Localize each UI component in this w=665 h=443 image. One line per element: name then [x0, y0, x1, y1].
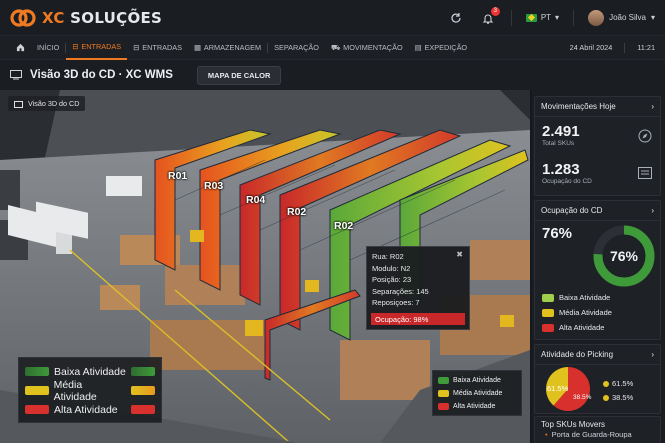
- tooltip-line: Posição: 23: [372, 275, 412, 284]
- forklift-icon: ⛟: [330, 42, 341, 52]
- language-selector[interactable]: PT ▾: [525, 13, 560, 22]
- camera-icon: [14, 100, 23, 108]
- user-name: João Silva: [609, 13, 646, 22]
- main-nav: INÍCIO ⊟ ENTRADAS ⊟ ENTRADAS ▦ ARMAZENAGEM …: [0, 36, 665, 60]
- pie-label-b: 38.5%: [573, 394, 592, 401]
- tooltip-line: Separações: 145: [372, 286, 429, 296]
- language-label: PT: [540, 13, 552, 22]
- nav-home-icon[interactable]: [10, 36, 31, 60]
- chevron-down-icon: ▾: [650, 13, 655, 22]
- nav-separacao[interactable]: SEPARAÇÃO: [268, 36, 325, 60]
- refresh-icon[interactable]: [447, 9, 465, 27]
- panel-title: Ocupação do CD: [541, 206, 603, 215]
- movements-panel: Movimentações Hoje › 2.491 Total SKUs 1.2…: [534, 96, 661, 196]
- heatmap-button[interactable]: MAPA DE CALOR: [196, 65, 282, 85]
- nav-home[interactable]: INÍCIO: [31, 36, 65, 60]
- list-icon: [638, 167, 652, 179]
- chevron-down-icon: ▾: [555, 13, 560, 22]
- occupation-percent: 76%: [542, 225, 573, 242]
- close-icon[interactable]: ✖: [456, 250, 463, 259]
- avatar: [588, 9, 605, 26]
- pie-label-a: 61.5%: [547, 384, 569, 393]
- compass-icon: [638, 129, 652, 143]
- monitor-icon: [10, 70, 22, 80]
- box-icon: ⊟: [72, 42, 79, 51]
- rack-label[interactable]: R02: [334, 220, 353, 232]
- chevron-right-icon[interactable]: ›: [651, 102, 654, 111]
- rack-label[interactable]: R01: [168, 170, 187, 182]
- activity-legend-small: Baixa Atividade Média Atividade Alta Ati…: [432, 370, 522, 416]
- nav-armazenagem[interactable]: ▦ ARMAZENAGEM: [188, 36, 267, 60]
- picking-panel: Atividade do Picking › 61.5% 38.5% 61.5% …: [534, 344, 661, 414]
- tooltip-line: Modulo: N2: [372, 263, 411, 273]
- tooltip-line: Rua: R02: [372, 252, 404, 261]
- pie-legend-a: 61.5%: [612, 379, 634, 388]
- panel-title: Atividade do Picking: [541, 350, 614, 359]
- current-date: 24 Abril 2024: [569, 42, 613, 52]
- divider: [573, 9, 575, 26]
- legend-high: Alta Atividade: [559, 323, 605, 332]
- top-sku-item[interactable]: • Porta de Guarda-Roupa: [535, 430, 660, 439]
- notification-badge: 3: [490, 6, 500, 16]
- page-title: Visão 3D do CD · XC WMS: [30, 69, 173, 81]
- logo[interactable]: XC SOLUÇÕES: [10, 8, 162, 28]
- current-time: 11:21: [637, 42, 655, 52]
- truck-icon: ▤: [414, 43, 422, 52]
- top-bar: XC SOLUÇÕES 3 PT ▾ João Silva ▾: [0, 0, 665, 36]
- notification-bell-icon[interactable]: 3: [479, 6, 500, 27]
- warehouse-3d-view[interactable]: Visão 3D do CD R01 R03 R04 R02 R02 ✖ Rua…: [0, 90, 530, 443]
- picking-pie: 61.5% 38.5%: [546, 367, 592, 411]
- page-header: Visão 3D do CD · XC WMS MAPA DE CALOR: [0, 60, 665, 90]
- occupation-bar: Ocupação: 98%: [371, 313, 465, 325]
- occupation-gauge: 76%: [593, 225, 655, 287]
- logo-icon: [10, 8, 36, 27]
- tooltip-line: Reposiçoes: 7: [372, 298, 420, 307]
- nav-divider: [624, 42, 626, 53]
- scene-label: Visão 3D do CD: [8, 96, 86, 111]
- chevron-right-icon[interactable]: ›: [651, 206, 654, 215]
- app: XC SOLUÇÕES 3 PT ▾ João Silva ▾ INÍCIO ⊟…: [0, 0, 665, 443]
- panel-title: Movimentações Hoje: [541, 102, 616, 111]
- total-skus-label: Total SKUs: [542, 140, 575, 147]
- rack-label[interactable]: R03: [204, 180, 223, 192]
- side-panel: Movimentações Hoje › 2.491 Total SKUs 1.2…: [532, 90, 665, 443]
- top-skus-panel: Top SKUs Movers • Porta de Guarda-Roupa: [534, 416, 661, 443]
- total-skus-value: 2.491: [542, 123, 580, 140]
- brazil-flag-icon: [525, 13, 537, 22]
- nav-entradas-active[interactable]: ⊟ ENTRADAS: [66, 36, 128, 60]
- user-menu[interactable]: João Silva ▾: [588, 9, 655, 26]
- nav-movimentacao[interactable]: ⛟ MOVIMENTAÇÃO: [325, 36, 409, 60]
- gauge-value: 76%: [610, 248, 639, 264]
- legend-mid: Média Atividade: [559, 308, 612, 317]
- occupation-panel: Ocupação do CD › 76% 76% Baixa Atividade …: [534, 200, 661, 340]
- occupation-value: 1.283: [542, 161, 580, 178]
- activity-legend: Baixa Atividade Média Atividade Alta Ati…: [18, 357, 162, 423]
- legend-low: Baixa Atividade: [559, 293, 611, 302]
- pie-legend-b: 38.5%: [612, 393, 634, 402]
- divider: [510, 9, 512, 26]
- rack-label[interactable]: R02: [287, 206, 306, 218]
- location-tooltip: ✖ Rua: R02 Modulo: N2 Posição: 23 Separa…: [366, 246, 470, 330]
- panel-title: Top SKUs Movers: [541, 420, 606, 429]
- truck-3: [106, 176, 142, 196]
- occupation-label: Ocupação do CD: [542, 178, 592, 185]
- logo-text: XC SOLUÇÕES: [42, 8, 163, 27]
- box-icon: ⊟: [133, 43, 140, 52]
- nav-expedicao[interactable]: ▤ EXPEDIÇÃO: [409, 36, 473, 60]
- nav-entradas[interactable]: ⊟ ENTRADAS: [127, 36, 188, 60]
- rack-label[interactable]: R04: [246, 194, 265, 206]
- shelf-icon: ▦: [194, 43, 201, 52]
- chevron-right-icon[interactable]: ›: [651, 350, 654, 359]
